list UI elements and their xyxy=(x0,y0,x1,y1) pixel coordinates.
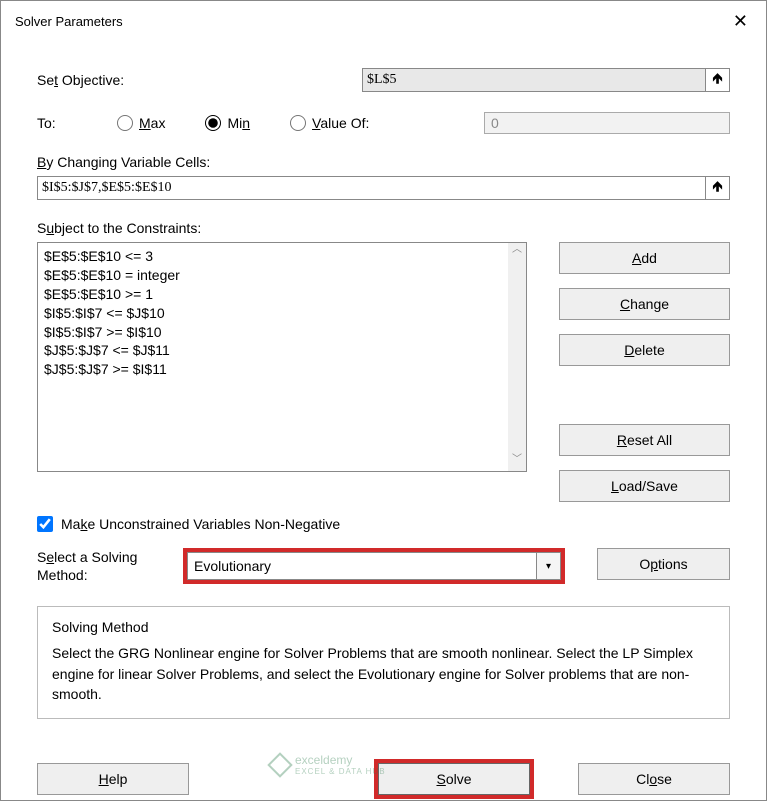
help-button[interactable]: Help xyxy=(37,763,189,795)
method-row: Select a Solving Method: Evolutionary ▾ … xyxy=(37,548,730,584)
by-changing-label: By Changing Variable Cells: xyxy=(37,154,730,170)
solve-highlight: Solve xyxy=(374,759,534,799)
close-button[interactable]: Close xyxy=(578,763,730,795)
unconstrained-checkbox[interactable]: Make Unconstrained Variables Non-Negativ… xyxy=(37,516,730,532)
collapse-icon[interactable]: 🡹 xyxy=(706,176,730,200)
group-title: Solving Method xyxy=(52,619,715,635)
collapse-icon[interactable]: 🡹 xyxy=(706,68,730,92)
constraint-item[interactable]: $E$5:$E$10 <= 3 xyxy=(44,247,520,266)
scroll-up-icon[interactable]: ︿ xyxy=(508,243,526,261)
constraint-item[interactable]: $J$5:$J$7 >= $I$11 xyxy=(44,360,520,379)
delete-button[interactable]: Delete xyxy=(559,334,730,366)
set-objective-label: Set Objective: xyxy=(37,72,362,88)
bottom-buttons: Help Solve Close xyxy=(1,759,766,799)
radio-min[interactable]: Min xyxy=(205,115,250,131)
method-combobox[interactable]: Evolutionary xyxy=(187,552,537,580)
dialog-content: Set Objective: 🡹 To: Max Min Value Of: B… xyxy=(1,38,766,759)
constraint-item[interactable]: $E$5:$E$10 >= 1 xyxy=(44,285,520,304)
select-method-label: Select a Solving Method: xyxy=(37,548,167,584)
constraint-item[interactable]: $J$5:$J$7 <= $J$11 xyxy=(44,341,520,360)
method-value: Evolutionary xyxy=(194,558,271,574)
unconstrained-label: Make Unconstrained Variables Non-Negativ… xyxy=(61,516,340,532)
constraint-item[interactable]: $I$5:$I$7 <= $J$10 xyxy=(44,304,520,323)
changing-input[interactable] xyxy=(37,176,706,200)
to-label: To: xyxy=(37,115,117,131)
constraint-item[interactable]: $I$5:$I$7 >= $I$10 xyxy=(44,323,520,342)
change-button[interactable]: Change xyxy=(559,288,730,320)
objective-refedit[interactable]: 🡹 xyxy=(362,68,730,92)
scroll-down-icon[interactable]: ﹀ xyxy=(508,453,526,471)
solve-button[interactable]: Solve xyxy=(378,763,530,795)
valueof-input[interactable] xyxy=(484,112,730,134)
add-button[interactable]: Add xyxy=(559,242,730,274)
scrollbar[interactable]: ︿ ﹀ xyxy=(508,243,526,471)
changing-refedit[interactable]: 🡹 xyxy=(37,176,730,200)
titlebar: Solver Parameters ✕ xyxy=(1,1,766,38)
method-combo-highlight: Evolutionary ▾ xyxy=(183,548,565,584)
options-button[interactable]: Options xyxy=(597,548,730,580)
subject-to-label: Subject to the Constraints: xyxy=(37,220,730,236)
constraint-item[interactable]: $E$5:$E$10 = integer xyxy=(44,266,520,285)
valueof-label: Value Of: xyxy=(312,115,369,131)
group-description: Select the GRG Nonlinear engine for Solv… xyxy=(52,643,715,704)
radio-max[interactable]: Max xyxy=(117,115,165,131)
load-save-button[interactable]: Load/Save xyxy=(559,470,730,502)
chevron-down-icon[interactable]: ▾ xyxy=(537,552,561,580)
set-objective-row: Set Objective: 🡹 xyxy=(37,68,730,92)
objective-input[interactable] xyxy=(362,68,706,92)
radio-valueof[interactable]: Value Of: xyxy=(290,115,369,131)
constraints-listbox[interactable]: $E$5:$E$10 <= 3 $E$5:$E$10 = integer $E$… xyxy=(37,242,527,472)
window-title: Solver Parameters xyxy=(15,14,123,29)
solving-method-group: Solving Method Select the GRG Nonlinear … xyxy=(37,606,730,719)
max-label: Max xyxy=(139,115,165,131)
to-row: To: Max Min Value Of: xyxy=(37,112,730,134)
reset-all-button[interactable]: Reset All xyxy=(559,424,730,456)
constraints-area: $E$5:$E$10 <= 3 $E$5:$E$10 = integer $E$… xyxy=(37,242,730,502)
min-label: Min xyxy=(227,115,250,131)
close-icon[interactable]: ✕ xyxy=(725,9,756,34)
gap xyxy=(559,380,730,410)
constraint-buttons: Add Change Delete Reset All Load/Save xyxy=(559,242,730,502)
